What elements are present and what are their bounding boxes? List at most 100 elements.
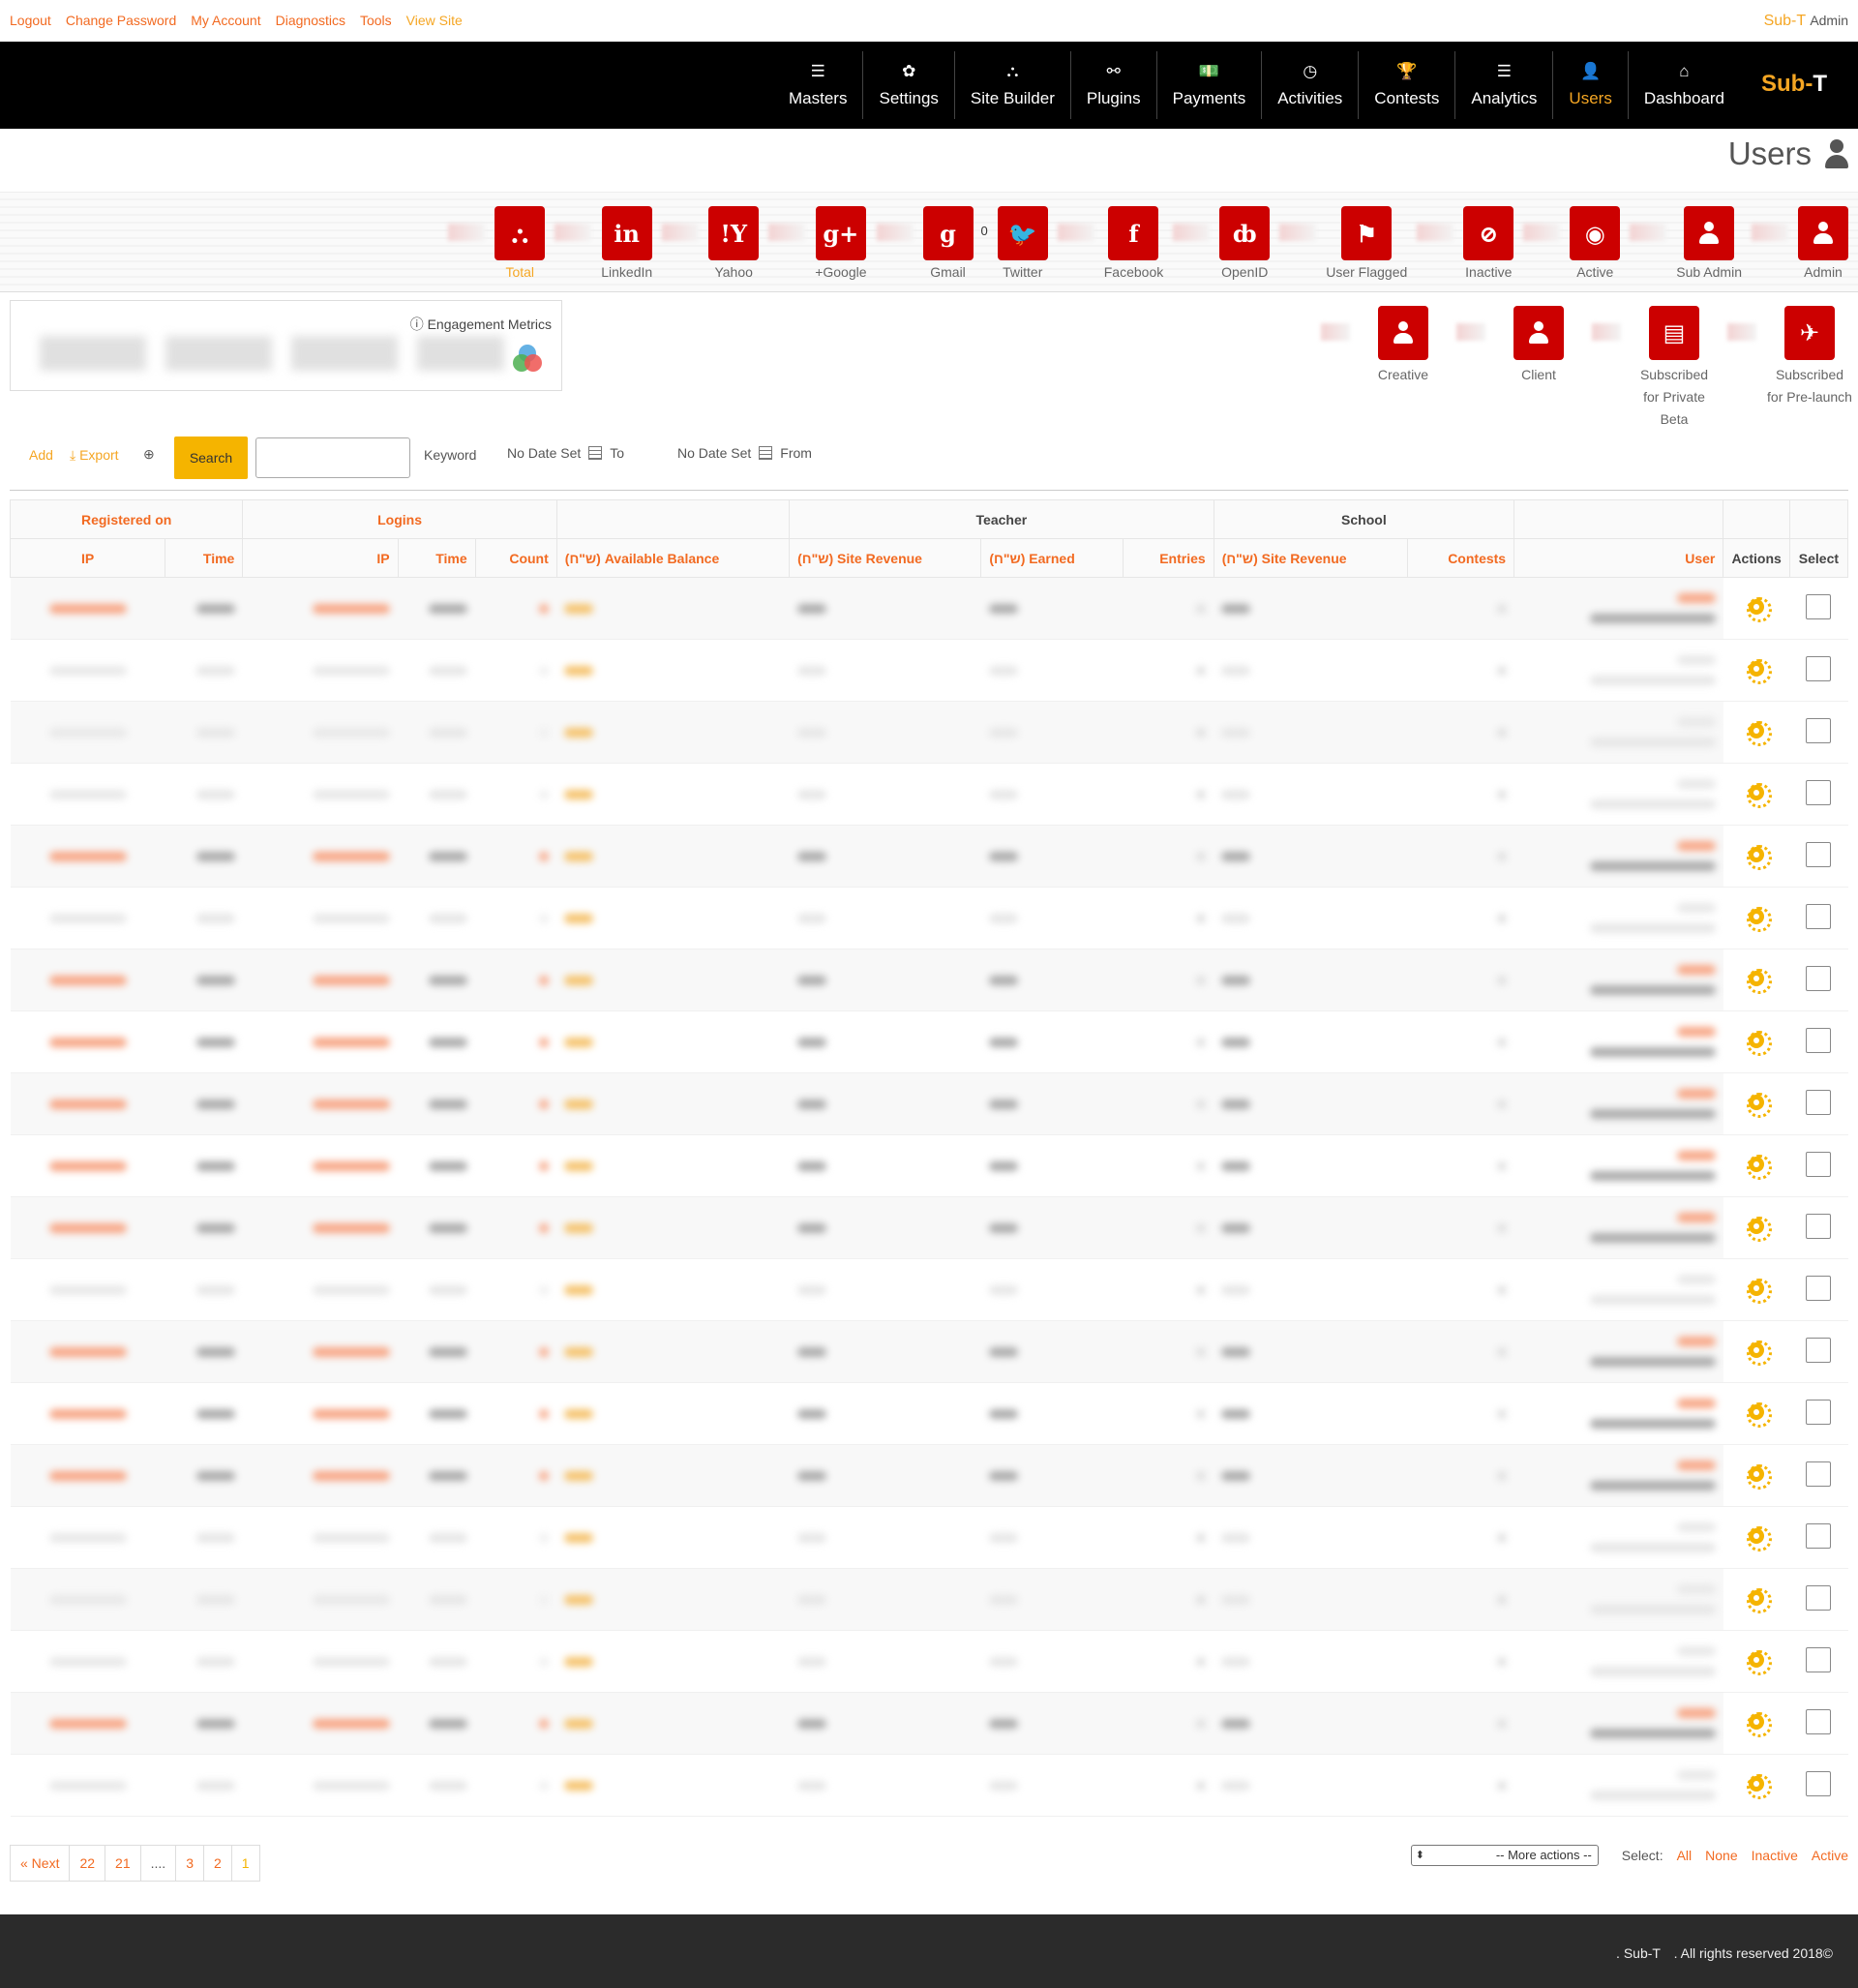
row-select-checkbox[interactable] [1806, 1709, 1832, 1734]
calendar-icon[interactable] [588, 446, 603, 460]
gear-icon[interactable] [1747, 1712, 1773, 1737]
row-select-checkbox[interactable] [1806, 842, 1832, 867]
export-link[interactable]: ⤓ Export [70, 447, 119, 464]
gear-icon[interactable] [1747, 1031, 1773, 1056]
row-select-checkbox[interactable] [1806, 656, 1832, 681]
openid-icon[interactable]: ȸ [1219, 206, 1271, 260]
twitter-icon[interactable]: 🐦 [997, 206, 1048, 260]
row-select-checkbox[interactable] [1806, 1771, 1832, 1796]
gear-icon[interactable] [1747, 969, 1773, 994]
gear-icon[interactable] [1747, 1526, 1773, 1551]
col-login-time[interactable]: Time [397, 538, 476, 578]
stat-total[interactable]: ⛬ Total [494, 206, 546, 280]
plane-icon[interactable]: ✈ [1784, 306, 1835, 360]
yahoo-icon[interactable]: !Y [708, 206, 760, 260]
more-actions-select[interactable]: -- More actions -- [1410, 1845, 1599, 1866]
stat-subscribed-for-private-beta[interactable]: ▤ Subscribed for Private Beta [1631, 306, 1718, 431]
add-link[interactable]: Add [29, 447, 53, 463]
col-reg-time[interactable]: Time [165, 538, 244, 578]
gear-icon[interactable] [1747, 783, 1773, 808]
gear-icon[interactable] [1747, 845, 1773, 870]
row-select-checkbox[interactable] [1806, 1523, 1832, 1549]
stat-twitter[interactable]: 🐦 Twitter [997, 206, 1048, 280]
gear-icon[interactable] [1747, 597, 1773, 622]
gear-icon[interactable] [1747, 1217, 1773, 1242]
row-select-checkbox[interactable] [1806, 1585, 1832, 1611]
change-password-link[interactable]: Change Password [66, 13, 176, 28]
stat-linkedin[interactable]: in LinkedIn [601, 206, 652, 280]
stat-active[interactable]: ◉ Active [1570, 206, 1621, 280]
row-select-checkbox[interactable] [1806, 1338, 1832, 1363]
stat-google[interactable]: g+ +Google [815, 206, 867, 280]
venn-chart-icon[interactable] [513, 345, 542, 374]
date-from-field[interactable]: No Date Set From [677, 445, 812, 461]
select-all-link[interactable]: All [1677, 1848, 1693, 1863]
row-select-checkbox[interactable] [1806, 1214, 1832, 1239]
stat-facebook[interactable]: f Facebook [1104, 206, 1163, 280]
pagination-page[interactable]: 1 [230, 1846, 259, 1881]
nav-logo[interactable]: Sub-T [1761, 71, 1827, 98]
row-select-checkbox[interactable] [1806, 1090, 1832, 1115]
gear-icon[interactable] [1747, 721, 1773, 746]
nav-item-site-builder[interactable]: ⛬ Site Builder [953, 51, 1070, 119]
tools-link[interactable]: Tools [360, 13, 392, 28]
row-select-checkbox[interactable] [1806, 594, 1832, 619]
sitemap-icon[interactable]: ⛬ [494, 206, 546, 260]
user-icon[interactable] [1684, 206, 1735, 260]
plus-circle-icon[interactable]: ⊕ [143, 446, 155, 463]
gear-icon[interactable] [1747, 1093, 1773, 1118]
newspaper-icon[interactable]: ▤ [1649, 306, 1699, 360]
diagnostics-link[interactable]: Diagnostics [276, 13, 345, 28]
row-select-checkbox[interactable] [1806, 1276, 1832, 1301]
col-school-site-revenue[interactable]: (ש"ח) Site Revenue [1213, 538, 1408, 578]
stat-user-flagged[interactable]: ⚑ User Flagged [1326, 206, 1407, 280]
view-site-link[interactable]: View Site [406, 13, 463, 28]
stat-admin[interactable]: Admin [1798, 206, 1848, 280]
pagination-page[interactable]: 2 [202, 1846, 231, 1881]
row-select-checkbox[interactable] [1806, 966, 1832, 991]
gear-icon[interactable] [1747, 659, 1773, 684]
gear-icon[interactable] [1747, 1650, 1773, 1675]
col-user[interactable]: User [1513, 538, 1724, 578]
pagination-page[interactable]: 22 [69, 1846, 105, 1881]
row-select-checkbox[interactable] [1806, 904, 1832, 929]
col-count[interactable]: Count [474, 538, 557, 578]
gear-icon[interactable] [1747, 1279, 1773, 1304]
nav-item-activities[interactable]: ◷ Activities [1261, 51, 1358, 119]
search-button[interactable]: Search [174, 437, 248, 479]
nav-item-dashboard[interactable]: ⌂ Dashboard [1627, 51, 1740, 119]
nav-item-users[interactable]: 👤 Users [1552, 51, 1627, 119]
google-plus-icon[interactable]: g+ [815, 206, 866, 260]
gear-icon[interactable] [1747, 1774, 1773, 1799]
stat-client[interactable]: Client [1495, 306, 1582, 431]
nav-item-payments[interactable]: 💵 Payments [1155, 51, 1262, 119]
stat-subscribed-for-pre-launch[interactable]: ✈ Subscribed for Pre-launch [1766, 306, 1853, 431]
col-teacher-site-revenue[interactable]: (ש"ח) Site Revenue [789, 538, 982, 578]
row-select-checkbox[interactable] [1806, 1461, 1832, 1487]
stat-creative[interactable]: Creative [1360, 306, 1447, 431]
pagination-page[interactable]: 21 [105, 1846, 140, 1881]
row-select-checkbox[interactable] [1806, 780, 1832, 805]
col-available-balance[interactable]: (ש"ח) Available Balance [555, 538, 791, 578]
calendar-icon[interactable] [759, 446, 773, 460]
my-account-link[interactable]: My Account [191, 13, 260, 28]
gear-icon[interactable] [1747, 1464, 1773, 1490]
row-select-checkbox[interactable] [1806, 1152, 1832, 1177]
stat-inactive[interactable]: ⊘ Inactive [1463, 206, 1514, 280]
row-select-checkbox[interactable] [1806, 1400, 1832, 1425]
user-icon[interactable] [1378, 306, 1428, 360]
stat-openid[interactable]: ȸ OpenID [1219, 206, 1271, 280]
stat-sub-admin[interactable]: Sub Admin [1676, 206, 1742, 280]
stat-yahoo[interactable]: !Y Yahoo [708, 206, 760, 280]
col-school-contests[interactable]: Contests [1406, 538, 1515, 578]
eye-icon[interactable]: ◉ [1570, 206, 1621, 260]
select-active-link[interactable]: Active [1812, 1848, 1848, 1863]
col-teacher-earned[interactable]: (ש"ח) Earned [980, 538, 1124, 578]
facebook-icon[interactable]: f [1108, 206, 1159, 260]
row-select-checkbox[interactable] [1806, 1028, 1832, 1053]
gear-icon[interactable] [1747, 1340, 1773, 1366]
nav-item-contests[interactable]: 🏆 Contests [1358, 51, 1454, 119]
pagination-next[interactable]: « Next [11, 1846, 69, 1881]
row-select-checkbox[interactable] [1806, 718, 1832, 743]
select-none-link[interactable]: None [1705, 1848, 1737, 1863]
